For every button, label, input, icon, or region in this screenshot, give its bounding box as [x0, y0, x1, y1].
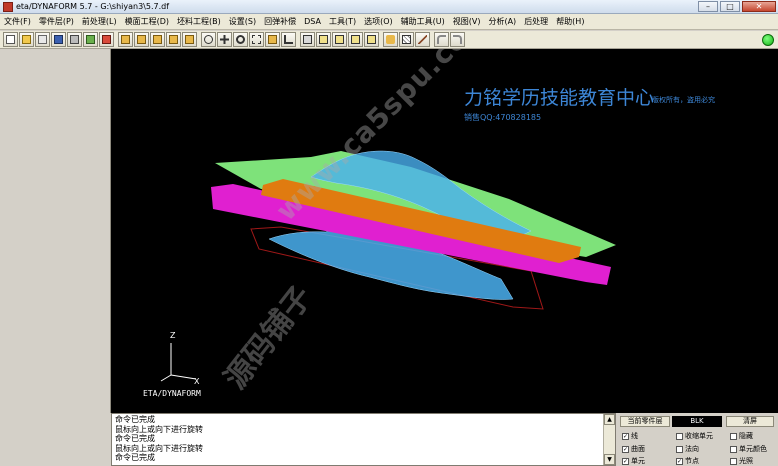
maximize-button[interactable]: □	[720, 1, 740, 12]
view-top-icon[interactable]	[348, 32, 363, 47]
menu-postprocess[interactable]: 后处理	[520, 16, 552, 27]
status-light-icon	[762, 34, 774, 46]
shade-icon[interactable]	[383, 32, 398, 47]
checkbox-unchecked-icon[interactable]	[730, 432, 737, 440]
command-log-lines: 命令已完成 鼠标向上或向下进行旋转 命令已完成 鼠标向上或向下进行旋转 命令已完…	[115, 415, 601, 463]
watermark-title: 力铭学历技能教育中心	[464, 87, 655, 109]
pan-icon[interactable]	[217, 32, 232, 47]
option-shrink-checkbox[interactable]: 收缩单元	[676, 431, 713, 441]
checkbox-unchecked-icon[interactable]	[730, 457, 737, 465]
scroll-up-icon[interactable]: ▲	[604, 414, 615, 425]
axis-x-label: X	[194, 377, 200, 386]
menu-springback[interactable]: 回弹补偿	[260, 16, 300, 27]
log-line: 命令已完成	[115, 434, 155, 443]
part-f-icon[interactable]	[182, 32, 197, 47]
fit-icon[interactable]	[249, 32, 264, 47]
view-iso-icon[interactable]	[300, 32, 315, 47]
left-panel	[0, 49, 111, 413]
menu-part[interactable]: 零件层(P)	[35, 16, 78, 27]
view-side-icon[interactable]	[332, 32, 347, 47]
option-surface-checkbox[interactable]: ✓ 曲面	[622, 444, 645, 454]
menu-dsa[interactable]: DSA	[300, 17, 325, 26]
part-b-icon[interactable]	[118, 32, 133, 47]
wireframe-icon[interactable]	[399, 32, 414, 47]
clear-screen-button[interactable]: 清屏	[726, 416, 774, 427]
new-file-icon[interactable]	[3, 32, 18, 47]
menu-tools[interactable]: 工具(T)	[325, 16, 360, 27]
close-button[interactable]: ✕	[742, 1, 776, 12]
menu-options[interactable]: 选项(O)	[360, 16, 397, 27]
command-log[interactable]: 命令已完成 鼠标向上或向下进行旋转 命令已完成 鼠标向上或向下进行旋转 命令已完…	[111, 413, 616, 466]
checkbox-checked-icon[interactable]: ✓	[676, 457, 683, 465]
main-toolbar	[0, 31, 778, 49]
copy-icon[interactable]	[35, 32, 50, 47]
current-part-button[interactable]: 当前零件层	[620, 416, 670, 427]
part-a-icon[interactable]	[99, 32, 114, 47]
print-icon[interactable]	[67, 32, 82, 47]
watermark-rights: 版权所有，盗用必究	[652, 96, 715, 104]
part-c-icon[interactable]	[134, 32, 149, 47]
rotate-icon[interactable]	[201, 32, 216, 47]
window-title: eta/DYNAFORM 5.7 - G:\shiyan3\5.7.df	[16, 2, 170, 11]
checkbox-unchecked-icon[interactable]	[676, 445, 683, 453]
menu-setup[interactable]: 设置(S)	[225, 16, 260, 27]
axis-y-line	[160, 374, 172, 382]
current-part-value: BLK	[672, 416, 722, 427]
option-lighting-checkbox[interactable]: 光照	[730, 456, 753, 466]
title-bar: eta/DYNAFORM 5.7 - G:\shiyan3\5.7.df – □…	[0, 0, 778, 14]
log-line: 命令已完成	[115, 453, 155, 462]
open-folder-icon[interactable]	[19, 32, 34, 47]
move-icon[interactable]	[265, 32, 280, 47]
menu-help[interactable]: 帮助(H)	[552, 16, 588, 27]
axis-x-line	[170, 374, 197, 380]
menu-blank[interactable]: 坯料工程(B)	[173, 16, 225, 27]
checkbox-unchecked-icon[interactable]	[676, 432, 683, 440]
window-controls: – □ ✕	[698, 1, 776, 12]
select-icon[interactable]	[281, 32, 296, 47]
app-icon	[3, 1, 13, 12]
part-e-icon[interactable]	[166, 32, 181, 47]
log-line: 鼠标向上或向下进行旋转	[115, 424, 203, 434]
checkbox-checked-icon[interactable]: ✓	[622, 445, 629, 453]
log-line: 命令已完成	[115, 415, 155, 424]
option-node-checkbox[interactable]: ✓ 节点	[676, 456, 699, 466]
pick-icon[interactable]	[415, 32, 430, 47]
graphics-viewport[interactable]: 力铭学历技能教育中心 版权所有，盗用必究 销售QQ:470828185 www.…	[111, 49, 778, 413]
minimize-button[interactable]: –	[698, 1, 718, 12]
option-element-checkbox[interactable]: ✓ 单元	[622, 456, 645, 466]
checkbox-unchecked-icon[interactable]	[730, 445, 737, 453]
redo-icon[interactable]	[450, 32, 465, 47]
menu-bar: 文件(F) 零件层(P) 前处理(L) 模面工程(D) 坯料工程(B) 设置(S…	[0, 14, 778, 30]
menu-file[interactable]: 文件(F)	[0, 16, 35, 27]
zoom-icon[interactable]	[233, 32, 248, 47]
option-hide-checkbox[interactable]: 隐藏	[730, 431, 753, 441]
brand-label: ETA/DYNAFORM	[143, 389, 201, 398]
view-bottom-icon[interactable]	[364, 32, 379, 47]
option-line-checkbox[interactable]: ✓ 线	[622, 431, 638, 441]
display-panel: 当前零件层 BLK 清屏 ✓ 线 收缩单元 隐藏 ✓ 曲面 法向 单元颜色 ✓	[616, 413, 778, 466]
scroll-down-icon[interactable]: ▼	[604, 454, 615, 465]
menu-die-face[interactable]: 模面工程(D)	[121, 16, 173, 27]
save-icon[interactable]	[51, 32, 66, 47]
checkbox-checked-icon[interactable]: ✓	[622, 457, 629, 465]
log-line: 鼠标向上或向下进行旋转	[115, 443, 203, 453]
view-front-icon[interactable]	[316, 32, 331, 47]
part-d-icon[interactable]	[150, 32, 165, 47]
dynaform-window: eta/DYNAFORM 5.7 - G:\shiyan3\5.7.df – □…	[0, 0, 778, 466]
menu-utilities[interactable]: 辅助工具(U)	[397, 16, 449, 27]
watermark-sales: 销售QQ:470828185	[464, 113, 542, 122]
log-scrollbar[interactable]: ▲ ▼	[603, 414, 615, 465]
menu-view[interactable]: 视图(V)	[449, 16, 485, 27]
menu-preprocess[interactable]: 前处理(L)	[78, 16, 121, 27]
option-normal-checkbox[interactable]: 法向	[676, 444, 699, 454]
import-icon[interactable]	[83, 32, 98, 47]
option-element-color-checkbox[interactable]: 单元颜色	[730, 444, 767, 454]
checkbox-checked-icon[interactable]: ✓	[622, 432, 629, 440]
menu-analysis[interactable]: 分析(A)	[484, 16, 520, 27]
undo-icon[interactable]	[434, 32, 449, 47]
axis-z-label: Z	[170, 331, 176, 340]
